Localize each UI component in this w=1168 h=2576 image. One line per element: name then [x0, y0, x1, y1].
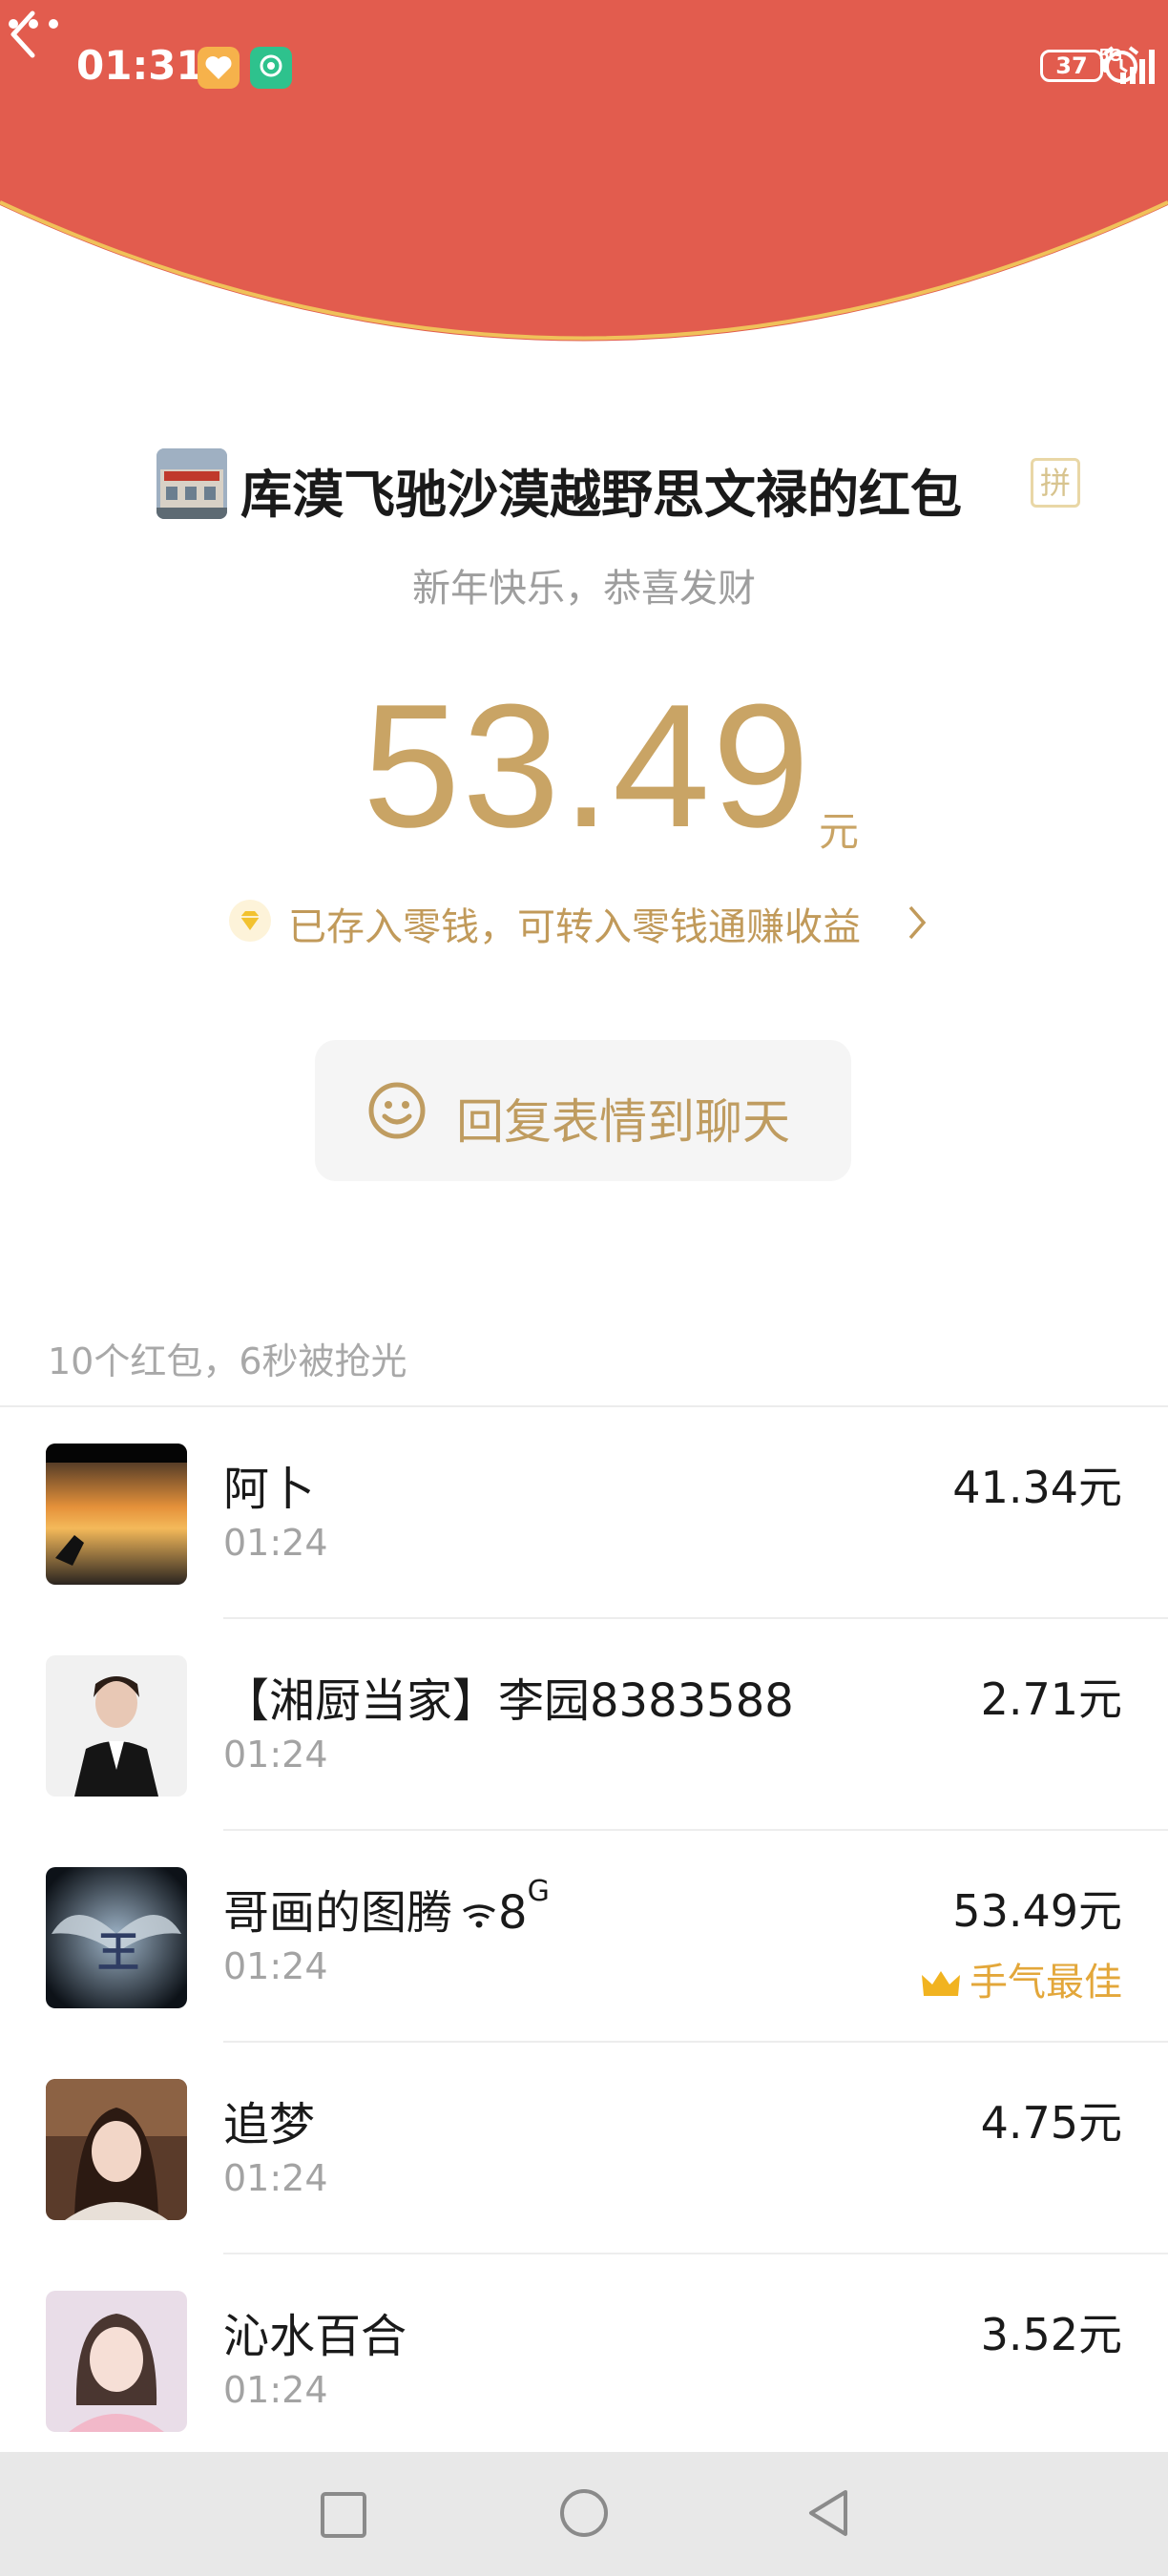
claim-amount: 4.75元	[980, 2097, 1122, 2149]
user-avatar	[46, 2291, 187, 2432]
claim-amount: 53.49元	[952, 1885, 1122, 1937]
user-name: 追梦	[223, 2098, 316, 2151]
gem-icon	[229, 900, 271, 942]
notification-app-icon-2	[250, 47, 292, 89]
wifi-icon	[463, 1904, 495, 1928]
best-luck-label: 手气最佳	[970, 1961, 1122, 2005]
status-time: 01:31	[76, 42, 204, 89]
user-avatar	[46, 1655, 187, 1797]
claim-record-row[interactable]: 阿卜 01:24 41.34元	[0, 1407, 1168, 1619]
claim-time: 01:24	[223, 2369, 328, 2411]
claim-time: 01:24	[223, 1945, 328, 1987]
user-name-suffix-sup: G	[527, 1875, 550, 1908]
pin-badge: 拼	[1031, 458, 1080, 508]
claim-time: 01:24	[223, 1734, 328, 1776]
signal-icon-2: 5G	[1099, 46, 1155, 84]
claim-record-row[interactable]: 【湘厨当家】李园8383588 01:24 2.71元	[0, 1619, 1168, 1831]
crown-icon	[922, 1971, 960, 1996]
battery-icon: 37	[1040, 50, 1103, 82]
system-nav-bar	[0, 2452, 1168, 2576]
user-name: 阿卜	[223, 1463, 316, 1516]
best-luck-badge: 手气最佳	[920, 1951, 1122, 2006]
reply-sticker-button[interactable]: 回复表情到聊天	[315, 1040, 851, 1181]
claim-amount: 3.52元	[980, 2309, 1122, 2360]
user-avatar	[46, 1444, 187, 1585]
saved-note: 已存入零钱，可转入零钱通赚收益	[288, 905, 861, 949]
claim-record-row[interactable]: 追梦 01:24 4.75元	[0, 2043, 1168, 2254]
reply-button-label: 回复表情到聊天	[456, 1094, 790, 1150]
more-icon[interactable]	[0, 0, 67, 48]
nav-recent-icon[interactable]	[317, 2488, 370, 2542]
sender-avatar[interactable]	[156, 448, 227, 519]
user-name-text: 哥画的图腾	[223, 1886, 453, 1940]
sender-title: 库漠飞驰沙漠越野思文禄的红包	[240, 465, 962, 525]
claim-summary: 10个红包，6秒被抢光	[48, 1340, 407, 1382]
sender-title-row: 库漠飞驰沙漠越野思文禄的红包 拼	[0, 445, 1168, 527]
amount-unit: 元	[819, 808, 860, 855]
smile-icon	[368, 1082, 426, 1139]
claim-time: 01:24	[223, 2157, 328, 2199]
saved-to-wallet-link[interactable]: 已存入零钱，可转入零钱通赚收益	[0, 892, 1168, 949]
user-name: 沁水百合	[223, 2310, 407, 2363]
received-amount: 53.49	[363, 667, 812, 863]
chevron-right-icon	[908, 905, 927, 940]
battery-nub	[1103, 59, 1108, 73]
user-avatar	[46, 2079, 187, 2220]
user-avatar: 王	[46, 1867, 187, 2008]
user-name-suffix: 8	[498, 1886, 528, 1940]
claim-record-row[interactable]: 王 哥画的图腾 8G 01:24 53.49元 手气最佳	[0, 1831, 1168, 2043]
notification-app-icon	[198, 47, 240, 89]
nav-home-icon[interactable]	[557, 2486, 611, 2540]
user-name: 【湘厨当家】李园8383588	[223, 1674, 794, 1728]
blessing-text: 新年快乐，恭喜发财	[412, 567, 756, 611]
status-bar: 01:31 5G 5G 37	[0, 0, 1168, 134]
claim-amount: 41.34元	[952, 1462, 1122, 1513]
claim-record-row[interactable]: 沁水百合 01:24 3.52元	[0, 2254, 1168, 2466]
svg-text:王: 王	[97, 1928, 139, 1977]
claim-time: 01:24	[223, 1522, 328, 1564]
nav-back-icon[interactable]	[802, 2486, 855, 2540]
claim-amount: 2.71元	[980, 1673, 1122, 1725]
battery-level: 37	[1055, 52, 1088, 79]
user-name: 哥画的图腾 8G	[223, 1875, 550, 1942]
red-envelope-header: 01:31 5G 5G 37	[0, 0, 1168, 353]
